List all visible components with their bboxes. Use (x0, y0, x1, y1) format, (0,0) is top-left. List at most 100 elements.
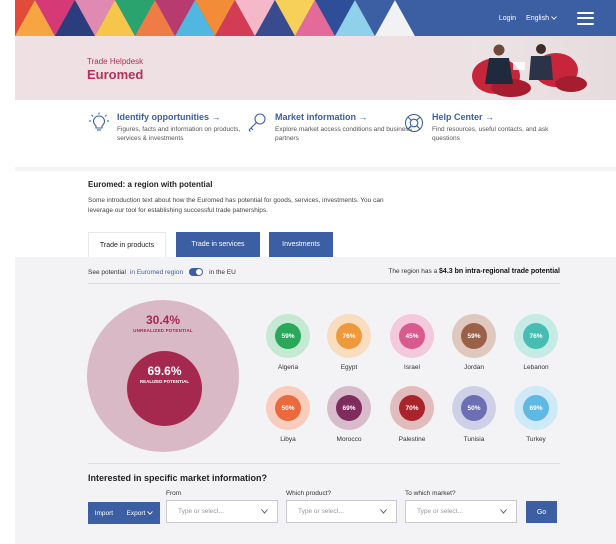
region-option[interactable]: in Euromed region (130, 269, 183, 276)
feature-title: Market information → (275, 112, 368, 122)
chevron-down-icon (551, 16, 557, 20)
country-percent: 45% (399, 323, 425, 349)
country-jordan[interactable]: 59% Jordan (449, 314, 499, 371)
country-ring: 59% (452, 314, 496, 358)
market-select[interactable]: Type or select... (405, 500, 517, 523)
from-label: From (166, 490, 182, 497)
page-title: Euromed (87, 67, 144, 82)
language-selector[interactable]: English (526, 15, 557, 22)
market-info-question: Interested in specific market informatio… (88, 473, 268, 483)
country-percent: 69% (336, 395, 362, 421)
section-intro: Some introduction text about how the Eur… (88, 197, 384, 214)
language-label: English (526, 14, 549, 22)
country-percent: 59% (461, 323, 487, 349)
country-name: Palestine (398, 436, 426, 443)
feature-help-center[interactable]: Help Center → Find resources, useful con… (403, 112, 572, 143)
realized-potential-circle (127, 351, 202, 426)
country-algeria[interactable]: 59% Algeria (263, 314, 313, 371)
trade-potential-note: The region has a $4.3 bn intra-regional … (388, 268, 560, 275)
product-placeholder: Type or select... (298, 508, 344, 515)
login-link[interactable]: Login (499, 15, 516, 22)
chevron-down-icon (147, 511, 154, 515)
hero-banner: Trade Helpdesk Euromed (15, 36, 616, 100)
triangle-pattern-banner (15, 0, 415, 36)
country-percent: 76% (523, 323, 549, 349)
lightbulb-icon (89, 112, 109, 131)
country-percent: 59% (275, 323, 301, 349)
tab-trade-in-services[interactable]: Trade in services (176, 232, 260, 257)
trade-direction-toggle: Import Export (88, 502, 160, 524)
feature-title: Help Center → (432, 112, 495, 122)
feature-title: Identify opportunities → (117, 112, 221, 122)
country-percent: 70% (399, 395, 425, 421)
country-name: Algeria (277, 364, 299, 371)
country-ring: 76% (327, 314, 371, 358)
chevron-down-icon (500, 509, 507, 514)
country-tunisia[interactable]: 50% Tunisia (449, 386, 499, 443)
country-name: Lebanon (523, 364, 549, 371)
key-icon (248, 113, 266, 132)
product-label: Which product? (286, 490, 332, 497)
note-value: $4.3 bn intra-regional trade potential (439, 268, 560, 275)
country-name: Tunisia (463, 436, 485, 443)
country-ring: 59% (266, 314, 310, 358)
section-divider (15, 167, 616, 171)
country-name: Egypt (340, 364, 358, 371)
tab-trade-in-products[interactable]: Trade in products (88, 232, 166, 257)
country-libya[interactable]: 50% Libya (263, 386, 313, 443)
unrealized-percent: 30.4% (145, 313, 181, 327)
unrealized-label: UNREALIZED POTENTIAL (133, 328, 193, 333)
country-percent: 76% (336, 323, 362, 349)
section-title: Euromed: a region with potential (88, 180, 213, 189)
hero-subtitle: Trade Helpdesk (87, 57, 144, 66)
top-bar: Login English (15, 0, 616, 36)
country-percent: 50% (461, 395, 487, 421)
header-actions: Login English (499, 0, 594, 36)
country-ring: 45% (390, 314, 434, 358)
country-ring: 69% (514, 386, 558, 430)
potential-toggle-row: See potential in Euromed region in the E… (88, 268, 236, 276)
export-label: Export (126, 509, 146, 517)
country-percent: 50% (275, 395, 301, 421)
country-lebanon[interactable]: 76% Lebanon (511, 314, 561, 371)
market-label: To which market? (405, 490, 456, 497)
country-israel[interactable]: 45% Israel (387, 314, 437, 371)
country-ring: 76% (514, 314, 558, 358)
tab-investments[interactable]: Investments (269, 232, 333, 257)
menu-icon[interactable] (577, 11, 594, 25)
chevron-down-icon (380, 509, 387, 514)
chevron-down-icon (261, 509, 268, 514)
country-name: Libya (280, 436, 296, 443)
export-button[interactable]: Export (127, 510, 154, 517)
country-egypt[interactable]: 76% Egypt (324, 314, 374, 371)
from-placeholder: Type or select... (178, 508, 224, 515)
feature-market-information[interactable]: Market information → Explore market acce… (246, 112, 415, 143)
page: Login English Trade Helpdesk Euromed Ide… (0, 0, 616, 544)
country-ring: 69% (327, 386, 371, 430)
feature-description: Figures, facts and information on produc… (117, 126, 241, 142)
country-turkey[interactable]: 69% Turkey (511, 386, 561, 443)
country-name: Turkey (526, 436, 546, 443)
country-ring: 50% (452, 386, 496, 430)
go-button[interactable]: Go (526, 501, 557, 523)
feature-description: Find resources, useful contacts, and ask… (432, 126, 549, 142)
eu-option[interactable]: in the EU (209, 269, 236, 276)
country-name: Israel (404, 364, 420, 371)
market-placeholder: Type or select... (417, 508, 463, 515)
country-morocco[interactable]: 69% Morocco (324, 386, 374, 443)
divider (88, 283, 560, 284)
country-palestine[interactable]: 70% Palestine (387, 386, 437, 443)
realized-label: REALIZED POTENTIAL (139, 379, 190, 384)
country-name: Morocco (336, 436, 362, 443)
import-button[interactable]: Import (95, 510, 113, 517)
feature-description: Explore market access conditions and bus… (275, 126, 412, 142)
product-select[interactable]: Type or select... (286, 500, 397, 523)
realized-percent: 69.6% (147, 364, 182, 378)
see-potential-label: See potential (88, 268, 126, 276)
meeting-photo (401, 36, 616, 100)
feature-identify-opportunities[interactable]: Identify opportunities → Figures, facts … (88, 112, 257, 143)
feature-row: Identify opportunities → Figures, facts … (15, 100, 616, 167)
from-select[interactable]: Type or select... (166, 500, 278, 523)
country-ring: 70% (390, 386, 434, 430)
region-toggle[interactable] (189, 268, 204, 276)
